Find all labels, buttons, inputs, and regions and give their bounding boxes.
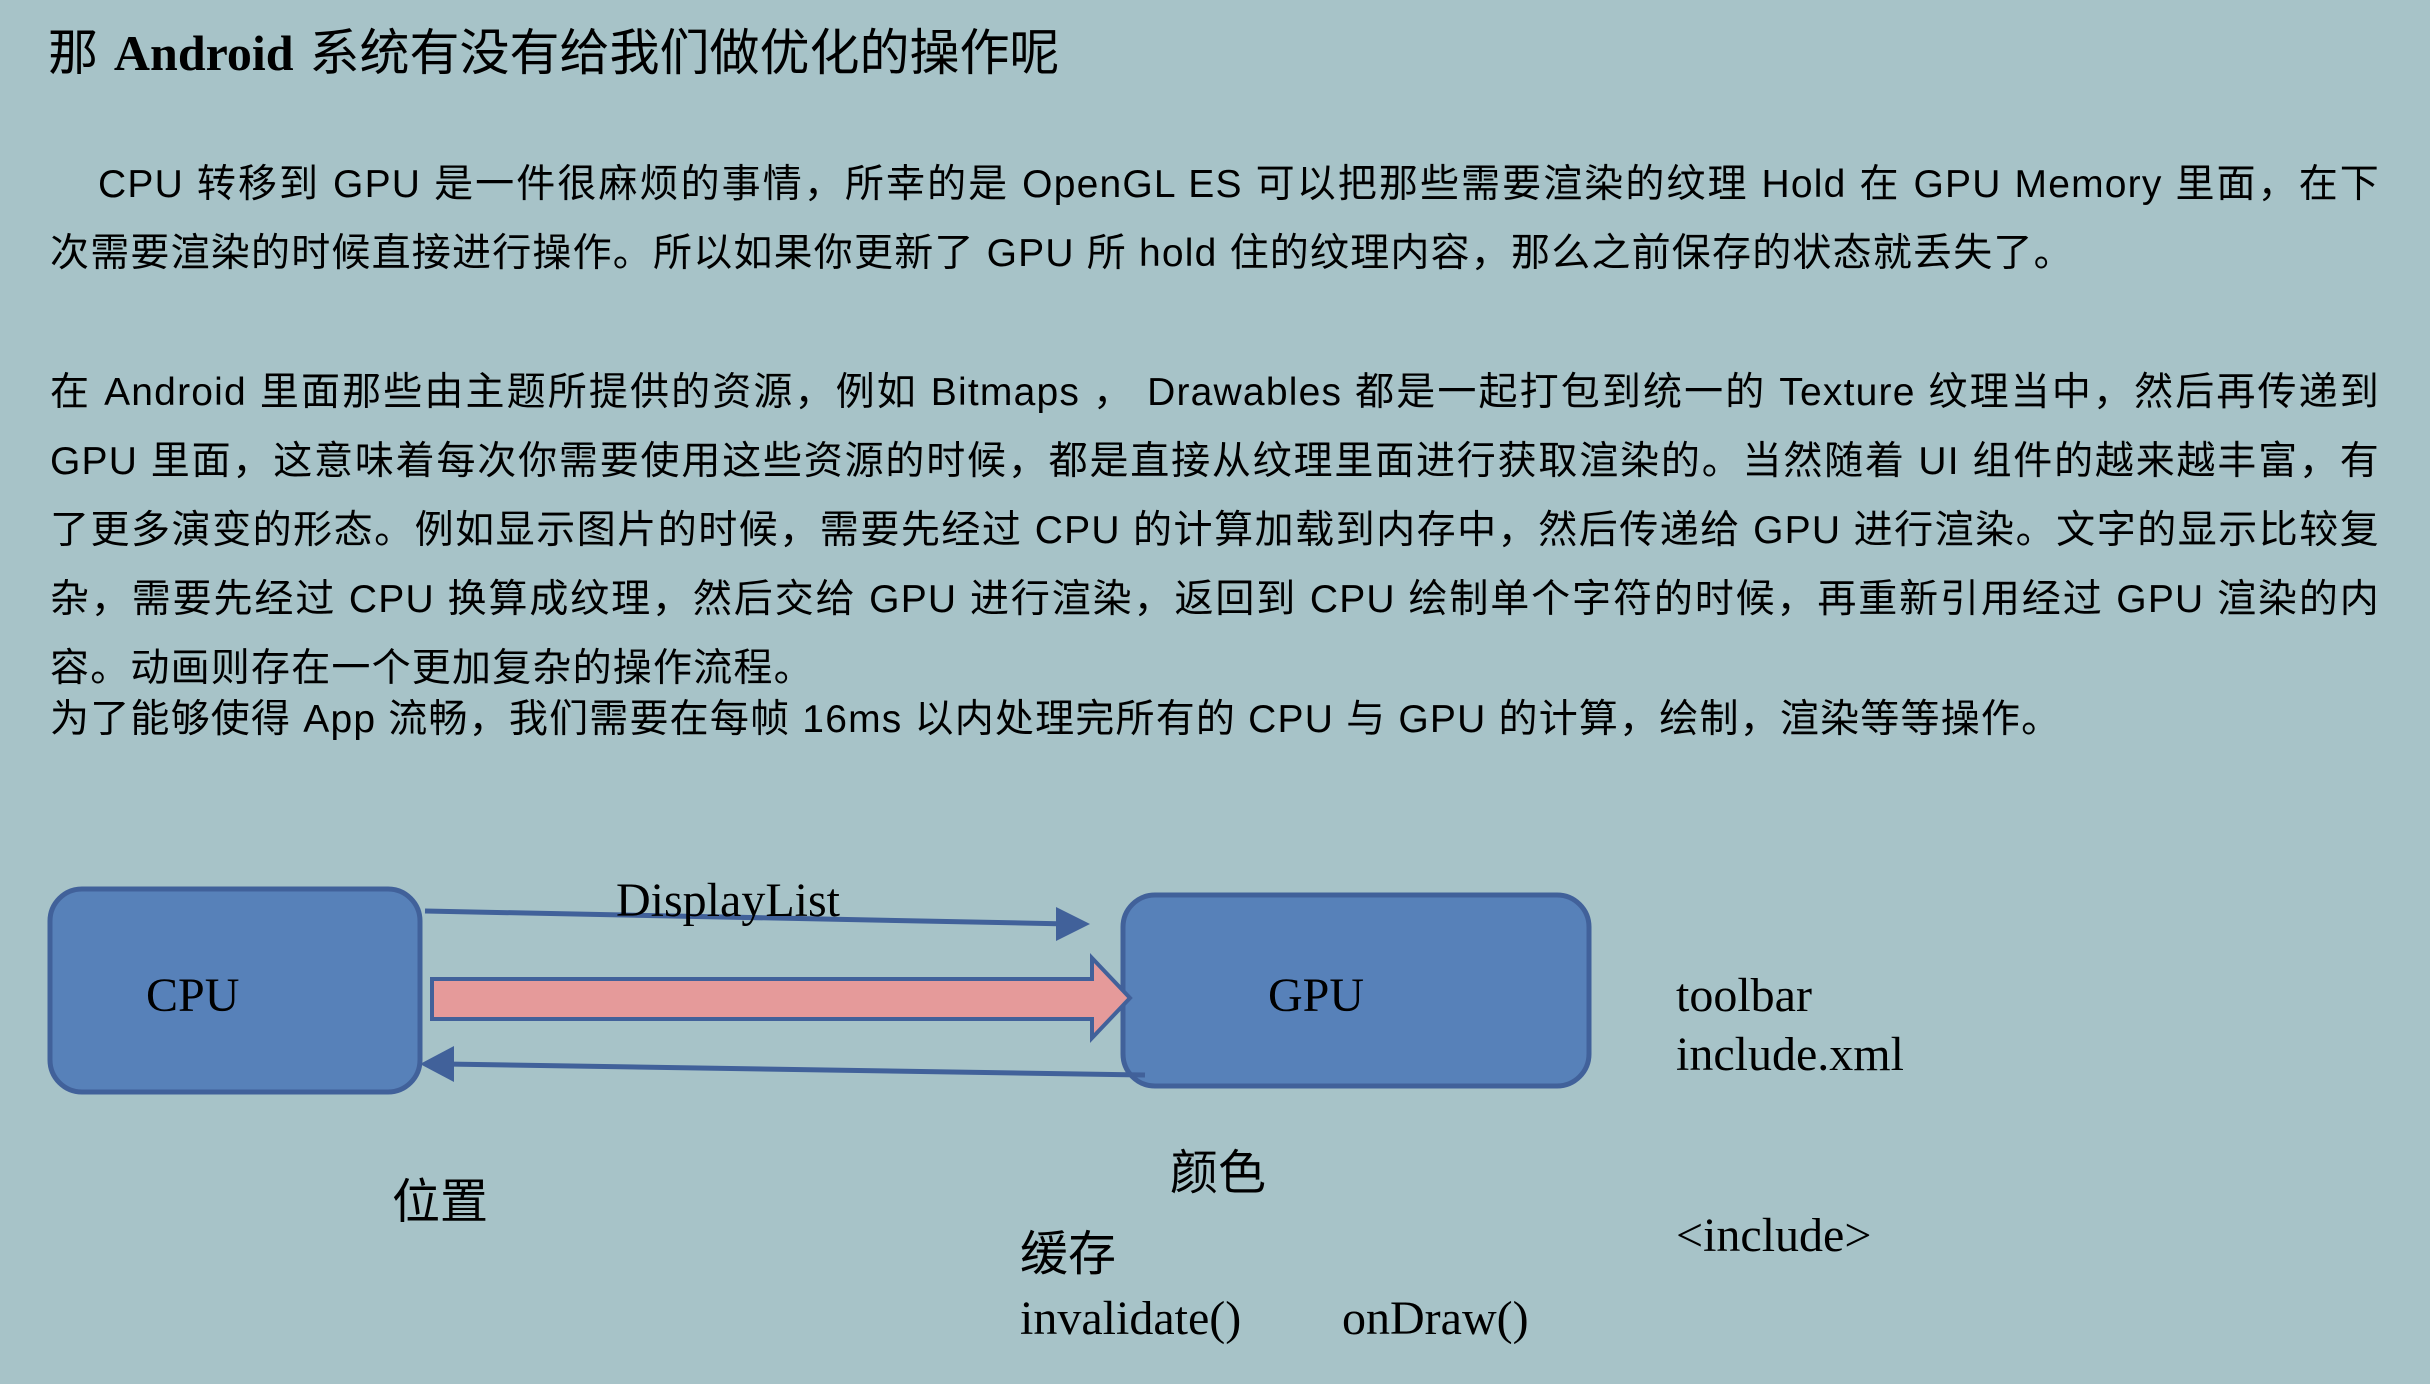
displaylist-arrowhead xyxy=(1056,907,1090,941)
invalidate-label: invalidate() xyxy=(1020,1292,1242,1345)
toolbar-label: toolbar xyxy=(1676,969,1812,1022)
include-tag-label: <include> xyxy=(1676,1209,1872,1262)
return-arrowhead xyxy=(420,1046,454,1082)
return-arrow xyxy=(444,1061,1146,1078)
displaylist-label: DisplayList xyxy=(616,874,840,927)
transfer-big-arrow xyxy=(430,952,1133,1044)
slide: 那 Android 系统有没有给我们做优化的操作呢 CPU 转移到 GPU 是一… xyxy=(0,0,2430,1384)
cache-label: 缓存 xyxy=(1020,1226,1117,1282)
cpu-label: CPU xyxy=(146,969,240,1022)
gpu-label: GPU xyxy=(1268,969,1365,1022)
position-label: 位置 xyxy=(392,1174,489,1230)
color-label: 颜色 xyxy=(1170,1145,1267,1201)
ondraw-label: onDraw() xyxy=(1342,1292,1529,1345)
include-xml-label: include.xml xyxy=(1676,1028,1904,1081)
